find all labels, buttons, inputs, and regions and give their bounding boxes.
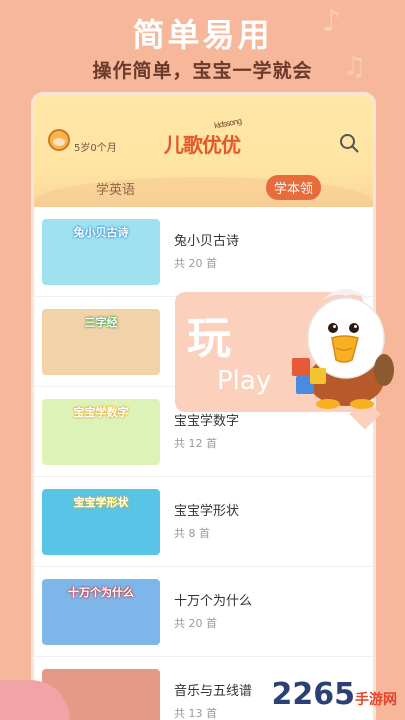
play-character: 玩: [187, 313, 231, 364]
site-watermark: 2265手游网: [272, 677, 398, 712]
thumbnail: 三字经: [42, 309, 160, 375]
list-item-count: 共 20 首: [174, 617, 217, 630]
list-item-count: 共 20 首: [174, 257, 217, 270]
list-item-count: 共 12 首: [174, 437, 217, 450]
thumbnail: 宝宝学形状: [42, 489, 160, 555]
thumbnail-title: 宝宝学数字: [73, 406, 129, 419]
app-logo-subtext: kidssong: [213, 116, 242, 131]
avatar[interactable]: [48, 129, 70, 151]
watermark-suffix: 手游网: [355, 692, 397, 708]
header-hills-decoration: [34, 177, 373, 207]
thumbnail: 十万个为什么: [42, 579, 160, 645]
thumbnail-title: 宝宝学形状: [73, 496, 129, 509]
list-item-count: 共 8 首: [174, 527, 210, 540]
search-icon[interactable]: [339, 133, 359, 153]
app-logo-text: 儿歌优优: [164, 133, 241, 157]
thumbnail: 兔小贝古诗: [42, 219, 160, 285]
list-item-title: 兔小贝古诗: [174, 234, 240, 249]
promo-subtitle: 操作简单，宝宝一学就会: [92, 60, 313, 82]
play-word: Play: [217, 366, 272, 396]
tab-learn-skills[interactable]: 学本领: [265, 175, 321, 200]
list-item-count: 共 13 首: [174, 707, 217, 720]
child-age: 5岁0个月: [74, 143, 117, 154]
list-item-title: 宝宝学数字: [174, 414, 240, 429]
promo-title: 简单易用: [132, 16, 273, 54]
list-item-title: 宝宝学形状: [174, 504, 240, 519]
tab-learn-english[interactable]: 学英语: [96, 179, 135, 198]
app-header: 5岁0个月 儿歌优优 kidssong 学英语 学本领: [34, 95, 373, 207]
thumbnail-title: 三字经: [84, 316, 118, 329]
list-item[interactable]: 宝宝学形状 宝宝学形状 共 8 首: [34, 477, 373, 567]
thumbnail: 宝宝学数字: [42, 399, 160, 465]
thumbnail-title: 十万个为什么: [68, 586, 134, 599]
watermark-number: 2265: [271, 677, 356, 712]
list-item-title: 音乐与五线谱: [174, 684, 253, 699]
list-item-title: 十万个为什么: [174, 594, 253, 609]
list-item[interactable]: 十万个为什么 十万个为什么 共 20 首: [34, 567, 373, 657]
thumbnail-title: 兔小贝古诗: [73, 226, 129, 239]
app-logo: 儿歌优优 kidssong: [164, 117, 242, 158]
eagle-mascot-icon: [292, 289, 394, 409]
